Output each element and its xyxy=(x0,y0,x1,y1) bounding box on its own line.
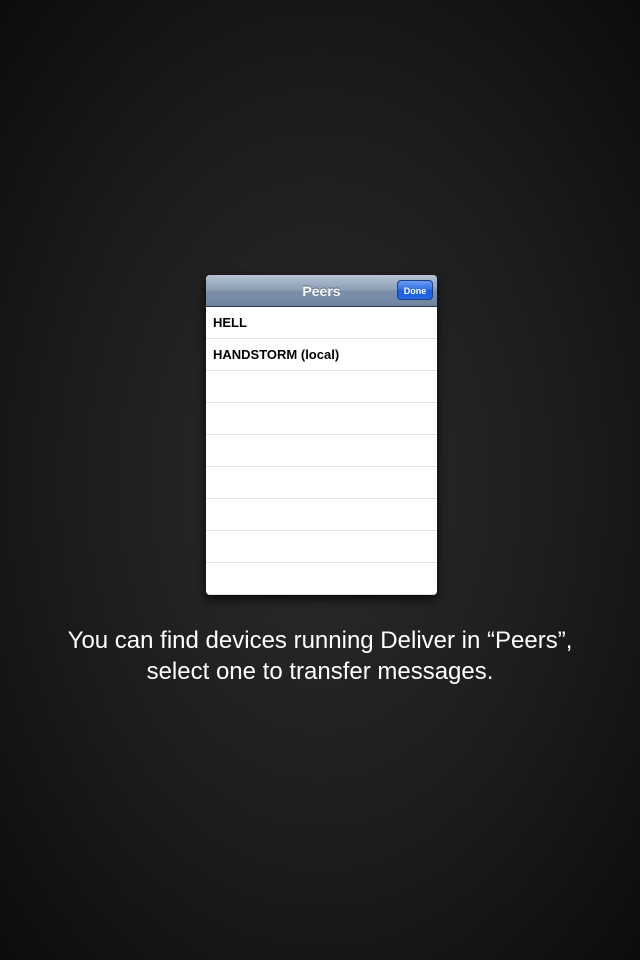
peers-list: HELL HANDSTORM (local) xyxy=(206,307,437,595)
list-item-empty xyxy=(206,403,437,435)
list-item-empty xyxy=(206,467,437,499)
list-item-empty xyxy=(206,435,437,467)
list-item[interactable]: HELL xyxy=(206,307,437,339)
list-item-empty xyxy=(206,531,437,563)
caption-line-2: select one to transfer messages. xyxy=(146,658,494,685)
navigation-bar: Peers Done xyxy=(206,275,437,307)
list-item-empty xyxy=(206,563,437,595)
peers-panel: Peers Done HELL HANDSTORM (local) xyxy=(206,275,437,595)
list-item-empty xyxy=(206,499,437,531)
caption-line-1: You can find devices running Deliver in … xyxy=(67,627,573,654)
list-item[interactable]: HANDSTORM (local) xyxy=(206,339,437,371)
caption: You can find devices running Deliver in … xyxy=(0,625,640,687)
done-button[interactable]: Done xyxy=(397,280,433,300)
list-item-empty xyxy=(206,371,437,403)
